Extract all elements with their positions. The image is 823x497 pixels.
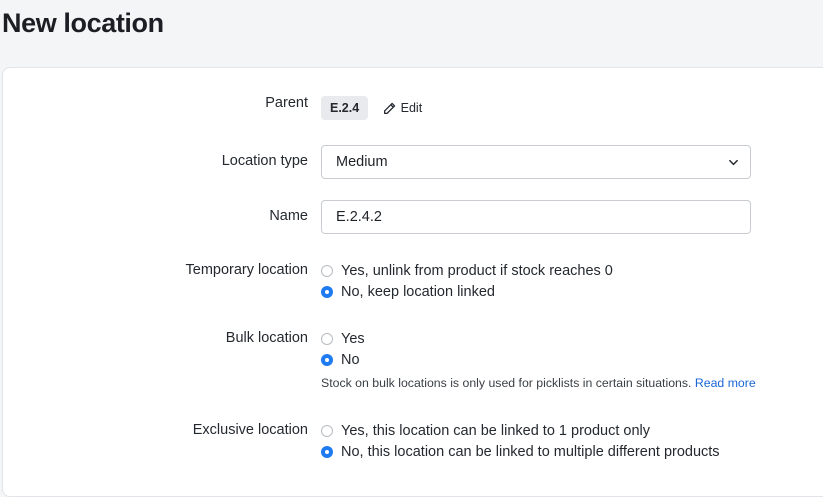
exclusive-option-no[interactable]: No, this location can be linked to multi… (321, 441, 720, 462)
name-input-value: E.2.4.2 (336, 209, 382, 225)
bulk-location-label: Bulk location (225, 330, 308, 346)
chevron-down-icon (729, 159, 738, 166)
temporary-option-no-label: No, keep location linked (341, 283, 495, 300)
exclusive-option-yes[interactable]: Yes, this location can be linked to 1 pr… (321, 420, 720, 441)
page-title: New location (2, 8, 164, 38)
location-form-card: Parent E.2.4 Edit Location type Medium N… (2, 67, 823, 497)
exclusive-option-yes-label: Yes, this location can be linked to 1 pr… (341, 422, 650, 439)
name-label: Name (269, 208, 308, 224)
exclusive-location-label: Exclusive location (192, 422, 308, 438)
location-type-select[interactable]: Medium (321, 145, 751, 179)
name-input[interactable]: E.2.4.2 (321, 200, 751, 234)
temporary-location-options: Yes, unlink from product if stock reache… (321, 260, 613, 302)
location-type-row: Location type Medium (3, 145, 823, 179)
radio-button-checked[interactable] (321, 445, 333, 458)
radio-button-checked[interactable] (321, 353, 333, 366)
bulk-option-yes-label: Yes (341, 330, 365, 347)
radio-button[interactable] (321, 424, 333, 437)
exclusive-option-no-label: No, this location can be linked to multi… (341, 443, 720, 460)
bulk-location-options: Yes No Stock on bulk locations is only u… (321, 328, 756, 390)
temporary-option-no[interactable]: No, keep location linked (321, 281, 613, 302)
radio-button-checked[interactable] (321, 285, 333, 298)
bulk-option-no[interactable]: No (321, 349, 756, 370)
parent-field: E.2.4 Edit (321, 96, 422, 120)
location-type-value: Medium (336, 154, 388, 170)
temporary-option-yes-label: Yes, unlink from product if stock reache… (341, 262, 613, 279)
bulk-option-no-label: No (341, 351, 360, 368)
bulk-help-description: Stock on bulk locations is only used for… (321, 376, 692, 390)
name-row: Name E.2.4.2 (3, 200, 823, 234)
read-more-link[interactable]: Read more (695, 376, 756, 390)
bulk-help-text: Stock on bulk locations is only used for… (321, 376, 756, 390)
parent-badge: E.2.4 (321, 96, 369, 120)
parent-label: Parent (265, 95, 308, 111)
location-type-label: Location type (221, 153, 308, 169)
edit-parent-label: Edit (400, 101, 423, 115)
radio-button[interactable] (321, 264, 333, 277)
temporary-location-label: Temporary location (185, 262, 309, 278)
radio-button[interactable] (321, 332, 333, 345)
edit-parent-button[interactable]: Edit (383, 101, 423, 115)
pencil-icon (383, 102, 395, 114)
bulk-option-yes[interactable]: Yes (321, 328, 756, 349)
exclusive-location-options: Yes, this location can be linked to 1 pr… (321, 420, 720, 462)
temporary-option-yes[interactable]: Yes, unlink from product if stock reache… (321, 260, 613, 281)
